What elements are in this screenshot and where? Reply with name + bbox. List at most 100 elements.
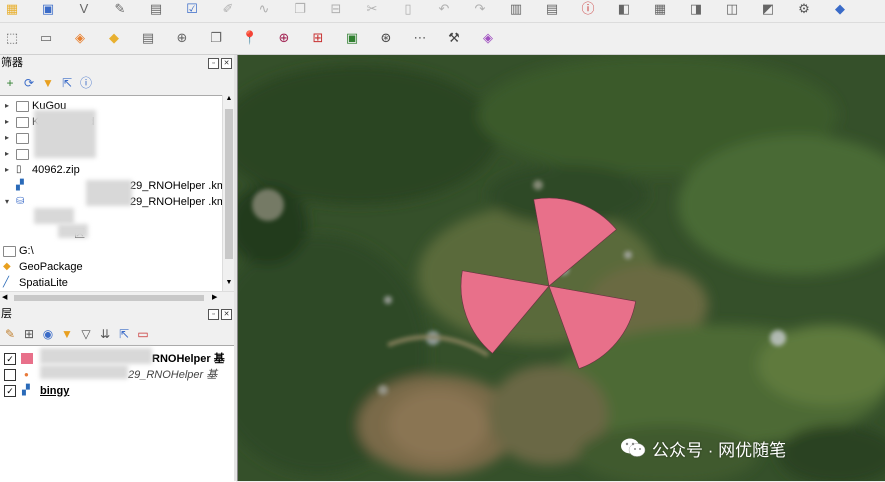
browser-item[interactable]: G:\: [0, 243, 222, 259]
select-feature-icon[interactable]: ⬚: [2, 27, 22, 49]
scroll-up-icon[interactable]: ▲: [224, 95, 234, 105]
browser-horizontal-scrollbar[interactable]: ◀ ▶: [0, 291, 234, 304]
plugin-cube-icon[interactable]: ◈: [478, 27, 498, 49]
select-value-icon[interactable]: ◈: [70, 27, 90, 49]
field-calc-icon[interactable]: ▤: [542, 0, 562, 18]
cell-sector-1[interactable]: [533, 197, 617, 287]
filter-icon[interactable]: ▼: [59, 326, 75, 342]
vertex-icon[interactable]: V: [74, 0, 94, 18]
layers-panel-title: 层: [1, 308, 12, 320]
cell-sector-2[interactable]: [548, 285, 637, 370]
visibility-icon[interactable]: ◉: [40, 326, 56, 342]
plugin-icon[interactable]: ⚙: [794, 0, 814, 18]
pencil-icon[interactable]: ✐: [218, 0, 238, 18]
layer-visibility-checkbox[interactable]: [4, 369, 16, 381]
redacted-region: [40, 348, 152, 364]
redacted-region: [34, 208, 74, 224]
attribute-icon[interactable]: ▥: [506, 0, 526, 18]
collapse-icon[interactable]: ⇱: [116, 326, 132, 342]
save-icon[interactable]: ▣: [38, 0, 58, 18]
attribute-table-icon[interactable]: ▤: [138, 27, 158, 49]
redacted-region: [34, 110, 96, 158]
browser-item-label: SpatiaLite: [19, 277, 68, 289]
hide-icon[interactable]: ◩: [758, 0, 778, 18]
new-layer-icon[interactable]: ▦: [2, 0, 22, 18]
redo-icon[interactable]: ↷: [470, 0, 490, 18]
scroll-down-icon[interactable]: ▼: [224, 279, 234, 289]
globe-icon[interactable]: ⊛: [376, 27, 396, 49]
curve-icon[interactable]: ∿: [254, 0, 274, 18]
geopackage-icon: ◆: [3, 261, 11, 272]
select-icon[interactable]: ☑: [182, 0, 202, 18]
layer-item[interactable]: ✓ ▞ bingy: [0, 383, 236, 399]
browser-item[interactable]: ╱ SpatiaLite: [0, 275, 222, 291]
expand-arrow-icon[interactable]: ▸: [3, 130, 11, 146]
deselect-icon[interactable]: ▭: [36, 27, 56, 49]
collapse-icon[interactable]: ⇱: [59, 75, 75, 91]
database-icon: ⛁: [16, 196, 25, 207]
expand-arrow-icon[interactable]: ▸: [3, 162, 11, 178]
filter-legend-icon[interactable]: ▽: [78, 326, 94, 342]
edit-icon[interactable]: ▤: [146, 0, 166, 18]
expand-arrow-icon[interactable]: ▸: [3, 146, 11, 162]
close-panel-icon[interactable]: ✕: [221, 58, 232, 69]
digitize-icon[interactable]: ✎: [110, 0, 130, 18]
label-icon[interactable]: ⊟: [326, 0, 346, 18]
paste-icon[interactable]: ▯: [398, 0, 418, 18]
zoom-layer-icon[interactable]: ▣: [342, 27, 362, 49]
map-tips-icon[interactable]: ◫: [722, 0, 742, 18]
add-group-icon[interactable]: ⊞: [21, 326, 37, 342]
hscroll-thumb[interactable]: [14, 295, 204, 301]
browser-item[interactable]: ◆ GeoPackage: [0, 259, 222, 275]
collapse-arrow-icon[interactable]: ▾: [3, 194, 11, 210]
pin-icon[interactable]: 📍: [240, 27, 260, 49]
browser-item-label: GeoPackage: [19, 261, 83, 273]
add-icon[interactable]: +: [2, 75, 18, 91]
cell-sector-3[interactable]: [460, 270, 550, 354]
layer-label: 29_RNOHelper 基: [128, 369, 218, 381]
select-location-icon[interactable]: ◆: [104, 27, 124, 49]
refresh-icon[interactable]: ⟳: [21, 75, 37, 91]
wrench-icon[interactable]: ⚒: [444, 27, 464, 49]
toolbar-top: ▦ ▣ V ✎ ▤ ☑ ✐ ∿ ❐ ⊟ ✂ ▯ ↶ ↷ ▥ ▤ ⓘ ◧ ▦ ◨ ◫ ◩ ⚙ ◆: [0, 0, 885, 23]
scroll-left-icon[interactable]: ◀: [2, 293, 10, 301]
copy-feature-icon[interactable]: ❐: [206, 27, 226, 49]
map-canvas[interactable]: [237, 55, 885, 481]
sector-layer: [460, 197, 637, 370]
python-icon[interactable]: ◆: [830, 0, 850, 18]
measure-icon[interactable]: ◧: [614, 0, 634, 18]
zoom-in-icon[interactable]: ⊕: [274, 27, 294, 49]
identify-icon[interactable]: ⓘ: [578, 0, 598, 18]
copy-icon[interactable]: ❐: [290, 0, 310, 18]
info-icon[interactable]: ⓘ: [78, 75, 94, 91]
tip-icon[interactable]: ◨: [686, 0, 706, 18]
remove-icon[interactable]: ▭: [135, 326, 151, 342]
expand-arrow-icon[interactable]: ▸: [3, 114, 11, 130]
expand-icon[interactable]: ⇊: [97, 326, 113, 342]
layers-list[interactable]: ✓ RNOHelper 基 ● 29_RNOHelper 基 ✓ ▞ bingy: [0, 345, 236, 482]
scroll-thumb[interactable]: [225, 109, 233, 259]
close-panel-icon[interactable]: ✕: [221, 309, 232, 320]
raster-layer-icon: ▞: [22, 385, 30, 396]
undo-icon[interactable]: ↶: [434, 0, 454, 18]
layer-visibility-checkbox[interactable]: ✓: [4, 385, 16, 397]
folder-icon: [16, 133, 29, 144]
browser-tree[interactable]: ▸KuGou▸KuDownload▸▸▸▯40962.zip▞29_RNOHel…: [0, 95, 223, 293]
folder-icon: [16, 117, 29, 128]
style-icon[interactable]: ✎: [2, 326, 18, 342]
browser-panel-title: 筛器: [1, 57, 23, 69]
float-panel-icon[interactable]: ▫: [208, 309, 219, 320]
xy-icon[interactable]: ⋯: [410, 27, 430, 49]
browser-item[interactable]: ▸ ▯ 40962.zip: [0, 162, 222, 178]
locate-icon[interactable]: ⊕: [172, 27, 192, 49]
toolbar-second: ⬚ ▭ ◈ ◆ ▤ ⊕ ❐ 📍 ⊕ ⊞ ▣ ⊛ ⋯ ⚒ ◈: [0, 23, 885, 55]
statistics-icon[interactable]: ▦: [650, 0, 670, 18]
float-panel-icon[interactable]: ▫: [208, 58, 219, 69]
scroll-right-icon[interactable]: ▶: [212, 293, 220, 301]
expand-arrow-icon[interactable]: ▸: [3, 98, 11, 114]
filter-icon[interactable]: ▼: [40, 75, 56, 91]
cut-icon[interactable]: ✂: [362, 0, 382, 18]
zoom-selection-icon[interactable]: ⊞: [308, 27, 328, 49]
browser-item[interactable]: 区: [0, 226, 222, 242]
layer-visibility-checkbox[interactable]: ✓: [4, 353, 16, 365]
